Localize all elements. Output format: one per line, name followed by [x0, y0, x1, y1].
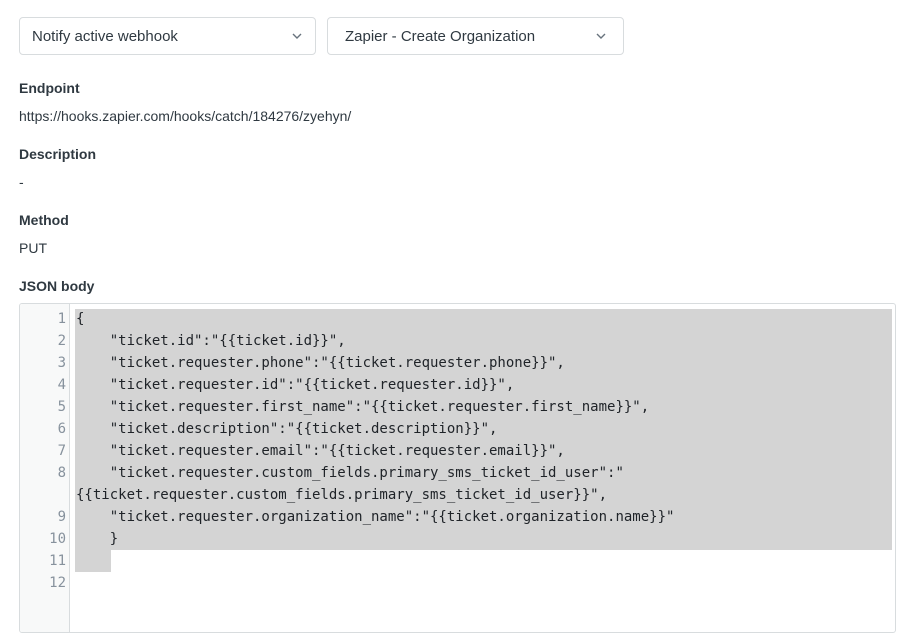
code-line: { [76, 311, 85, 327]
method-value: PUT [19, 240, 47, 256]
description-label: Description [19, 146, 97, 162]
description-value: - [19, 174, 24, 190]
text-selection-tail [75, 550, 111, 572]
action-type-select-value: Notify active webhook [32, 27, 178, 45]
line-number: 5 [57, 399, 66, 415]
line-number: 8 [57, 465, 66, 481]
line-number: 11 [49, 553, 66, 569]
webhook-select-value: Zapier - Create Organization [345, 27, 536, 45]
json-body-editor[interactable]: 1 2 3 4 5 6 7 8 9 10 11 12 { "ticket.id"… [19, 303, 896, 633]
line-number: 10 [49, 531, 66, 547]
webhook-select[interactable]: Zapier - Create Organization [327, 17, 624, 55]
endpoint-label: Endpoint [19, 80, 80, 96]
chevron-down-icon [291, 30, 303, 42]
chevron-down-icon [595, 30, 607, 42]
code-line: "ticket.requester.first_name":"{{ticket.… [76, 399, 650, 415]
code-line-wrapped: {{ticket.requester.custom_fields.primary… [76, 487, 608, 503]
line-number: 12 [49, 575, 66, 591]
line-number: 1 [57, 311, 66, 327]
line-number: 6 [57, 421, 66, 437]
line-number: 2 [57, 333, 66, 349]
line-number: 4 [57, 377, 66, 393]
code-line: "ticket.id":"{{ticket.id}}", [76, 333, 346, 349]
code-line: "ticket.requester.email":"{{ticket.reque… [76, 443, 565, 459]
code-line: } [76, 531, 119, 547]
code-line: "ticket.description":"{{ticket.descripti… [76, 421, 498, 437]
action-type-select[interactable]: Notify active webhook [19, 17, 316, 55]
code-line: "ticket.requester.custom_fields.primary_… [76, 465, 624, 481]
line-number: 7 [57, 443, 66, 459]
code-line: "ticket.requester.phone":"{{ticket.reque… [76, 355, 565, 371]
webhook-action-panel: Notify active webhook Zapier - Create Or… [0, 0, 905, 644]
endpoint-value: https://hooks.zapier.com/hooks/catch/184… [19, 108, 352, 124]
line-number: 3 [57, 355, 66, 371]
code-line: "ticket.requester.organization_name":"{{… [76, 509, 675, 525]
method-label: Method [19, 212, 69, 228]
line-number: 9 [57, 509, 66, 525]
code-line: "ticket.requester.id":"{{ticket.requeste… [76, 377, 515, 393]
json-body-label: JSON body [19, 278, 95, 294]
